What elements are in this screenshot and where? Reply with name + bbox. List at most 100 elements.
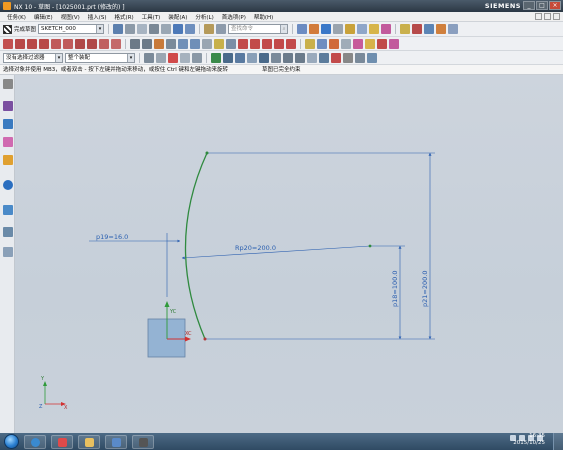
- snap-endpoint-icon[interactable]: [211, 52, 221, 63]
- circle-icon[interactable]: [39, 38, 49, 49]
- linear-dimension-icon[interactable]: [250, 38, 260, 49]
- doc-close-icon[interactable]: [553, 13, 560, 20]
- history-icon[interactable]: [3, 205, 13, 215]
- taskbar-app-4[interactable]: [105, 434, 127, 449]
- taskbar-app-5[interactable]: [132, 434, 154, 449]
- redo-icon[interactable]: [185, 24, 196, 34]
- arc-icon[interactable]: [27, 38, 37, 49]
- window-icon[interactable]: [216, 24, 227, 34]
- rectangle-select-icon[interactable]: [192, 52, 202, 63]
- snap-midpoint-icon[interactable]: [223, 52, 233, 63]
- layer-icon[interactable]: [345, 24, 356, 34]
- rendering-style-icon[interactable]: [321, 24, 332, 34]
- assembly-navigator-icon[interactable]: [3, 119, 13, 129]
- close-button[interactable]: ×: [549, 1, 561, 10]
- taskbar-app-3[interactable]: [78, 434, 100, 449]
- command-search-input[interactable]: 查找命令 ⌕: [228, 24, 289, 34]
- roles-icon[interactable]: [3, 247, 13, 257]
- offset-curve-icon[interactable]: [166, 38, 176, 49]
- snap-point-on-face-icon[interactable]: [307, 52, 317, 63]
- save-icon[interactable]: [113, 24, 124, 34]
- copy-icon[interactable]: [137, 24, 148, 34]
- snap-quadrant-icon[interactable]: [271, 52, 281, 63]
- measure-icon[interactable]: [424, 24, 435, 34]
- fillet-icon[interactable]: [51, 38, 61, 49]
- show-desktop-button[interactable]: [553, 433, 563, 450]
- show-constraints-icon[interactable]: [317, 38, 327, 49]
- menu-tools[interactable]: 工具(T): [138, 13, 165, 21]
- color-icon[interactable]: [381, 24, 392, 34]
- snap-bounded-grid-icon[interactable]: [367, 52, 377, 63]
- quick-extend-icon[interactable]: [142, 38, 152, 49]
- p21-dimension-text[interactable]: p21=200.0: [421, 271, 429, 307]
- snap-intersection-icon[interactable]: [247, 52, 257, 63]
- chamfer-icon[interactable]: [63, 38, 73, 49]
- snap-center-icon[interactable]: [259, 52, 269, 63]
- perimeter-dimension-icon[interactable]: [286, 38, 296, 49]
- geometric-constraints-icon[interactable]: [305, 38, 315, 49]
- datum-csys-box[interactable]: [147, 318, 186, 358]
- sketch-arc-curve[interactable]: [184, 152, 208, 340]
- snap-tangent-icon[interactable]: [319, 52, 329, 63]
- fit-view-icon[interactable]: [297, 24, 308, 34]
- gear-icon[interactable]: [3, 79, 13, 89]
- arc-endpoint-top[interactable]: [205, 151, 209, 155]
- zoom-icon[interactable]: [309, 24, 320, 34]
- minimize-button[interactable]: _: [523, 1, 535, 10]
- pattern-curve-icon[interactable]: [178, 38, 188, 49]
- snap-point-icon[interactable]: [436, 24, 447, 34]
- polygon-icon[interactable]: [87, 38, 97, 49]
- rapid-dimension-icon[interactable]: [238, 38, 248, 49]
- relations-browser-icon[interactable]: [341, 38, 351, 49]
- mirror-curve-icon[interactable]: [190, 38, 200, 49]
- sketch-name-select[interactable]: SKETCH_000 ▾: [38, 24, 105, 34]
- menu-help[interactable]: 帮助(H): [250, 13, 277, 21]
- general-selection-icon[interactable]: [144, 52, 154, 63]
- start-button[interactable]: [4, 434, 19, 449]
- profile-icon[interactable]: [3, 38, 13, 49]
- intersection-point-icon[interactable]: [202, 38, 212, 49]
- rectangle-icon[interactable]: [75, 38, 85, 49]
- angular-dimension-icon[interactable]: [274, 38, 284, 49]
- create-inferred-constraints-icon[interactable]: [389, 38, 399, 49]
- cut-icon[interactable]: [125, 24, 136, 34]
- system-clock[interactable]: 16:35 2015/10/25: [513, 433, 545, 447]
- snap-arc-center-icon[interactable]: [331, 52, 341, 63]
- auto-constrain-icon[interactable]: [329, 38, 339, 49]
- project-curve-icon[interactable]: [226, 38, 236, 49]
- snap-existing-point-icon[interactable]: [283, 52, 293, 63]
- radial-dimension-icon[interactable]: [262, 38, 272, 49]
- alternate-solution-icon[interactable]: [365, 38, 375, 49]
- web-browser-icon[interactable]: [3, 180, 13, 190]
- snap-control-point-icon[interactable]: [235, 52, 245, 63]
- graphics-window[interactable]: p19=16.0 Rp20=200.0 p18=100.0 p21=200.0 …: [15, 75, 563, 433]
- paste-icon[interactable]: [149, 24, 160, 34]
- repeat-command-icon[interactable]: [204, 24, 215, 34]
- select-face-icon[interactable]: [180, 52, 190, 63]
- taskbar-app-2[interactable]: [51, 434, 73, 449]
- menu-preferences[interactable]: 首选项(P): [218, 13, 250, 21]
- finish-sketch-button[interactable]: 完成草图: [3, 24, 36, 34]
- menu-view[interactable]: 视图(V): [57, 13, 84, 21]
- inferred-constraints-icon[interactable]: [377, 38, 387, 49]
- convert-reference-icon[interactable]: [353, 38, 363, 49]
- snap-grid-icon[interactable]: [343, 52, 353, 63]
- datum-icon[interactable]: [448, 24, 459, 34]
- point-icon[interactable]: [99, 38, 109, 49]
- sketch-canvas[interactable]: p19=16.0 Rp20=200.0 p18=100.0 p21=200.0 …: [15, 75, 563, 433]
- select-all-icon[interactable]: [156, 52, 166, 63]
- taskbar-app-1[interactable]: [24, 434, 46, 449]
- analysis-icon[interactable]: [412, 24, 423, 34]
- menu-analysis[interactable]: 分析(L): [191, 13, 217, 21]
- studio-spline-icon[interactable]: [111, 38, 121, 49]
- make-corner-icon[interactable]: [154, 38, 164, 49]
- snap-view-icon[interactable]: [369, 24, 380, 34]
- undo-icon[interactable]: [173, 24, 184, 34]
- menu-format[interactable]: 格式(R): [111, 13, 138, 21]
- snap-pole-icon[interactable]: [355, 52, 365, 63]
- p18-dimension-text[interactable]: p18=100.0: [391, 271, 399, 307]
- arc-center-point[interactable]: [368, 244, 372, 248]
- deselect-icon[interactable]: [168, 52, 178, 63]
- display-icon[interactable]: [400, 24, 411, 34]
- constraint-navigator-icon[interactable]: [3, 137, 13, 147]
